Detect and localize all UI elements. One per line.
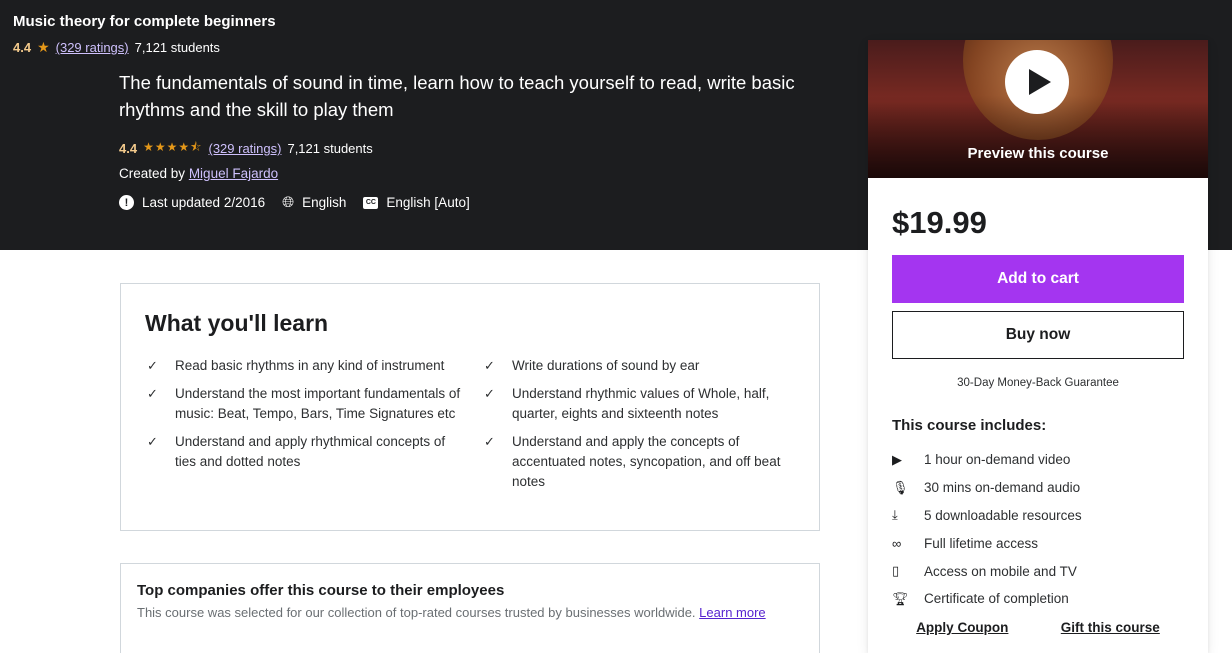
includes-item-text: 30 mins on-demand audio xyxy=(924,480,1081,496)
rating-value: 4.4 xyxy=(119,141,138,156)
course-captions: CC English [Auto] xyxy=(363,195,470,210)
language-text: English xyxy=(302,195,347,210)
apply-coupon-button[interactable]: Apply Coupon xyxy=(916,620,1008,635)
globe-icon: 🌐︎ xyxy=(282,194,295,211)
star-icon: ★ xyxy=(37,39,50,55)
learn-more-link[interactable]: Learn more xyxy=(699,605,765,620)
learn-item-text: Understand rhythmic values of Whole, hal… xyxy=(512,386,770,421)
student-count: 7,121 students xyxy=(134,40,220,55)
sticky-rating-row: 4.4 ★ (329 ratings) 7,121 students xyxy=(13,39,220,56)
course-includes-title: This course includes: xyxy=(892,417,1047,434)
play-icon[interactable] xyxy=(1005,50,1069,114)
business-promo-description: This course was selected for our collect… xyxy=(137,605,696,620)
includes-item: ⤓ 5 downloadable resources xyxy=(892,502,1192,530)
instructor-link[interactable]: Miguel Fajardo xyxy=(189,166,278,181)
business-promo-text: This course was selected for our collect… xyxy=(137,603,787,623)
last-updated: ! Last updated 2/2016 xyxy=(119,195,265,210)
created-by: Created by Miguel Fajardo xyxy=(119,166,278,181)
check-icon: ✓ xyxy=(484,386,495,401)
course-preview[interactable]: Preview this course xyxy=(868,40,1208,178)
sidebar-footer-links: Apply Coupon Gift this course xyxy=(868,620,1208,635)
trophy-icon: 🏆︎ xyxy=(892,590,909,606)
microphone-icon: 🎙︎ xyxy=(892,479,909,495)
learn-item-text: Understand the most important fundamenta… xyxy=(175,386,461,421)
includes-item: ▶︎ 1 hour on-demand video xyxy=(892,446,1192,474)
download-icon: ⤓ xyxy=(892,507,898,523)
closed-captions-icon: CC xyxy=(363,196,379,209)
mobile-icon: ▯ xyxy=(892,563,900,579)
star-rating-icon: ★★★★⯪ xyxy=(143,140,203,154)
learn-item: ✓ Write durations of sound by ear xyxy=(482,356,800,376)
learn-item-text: Write durations of sound by ear xyxy=(512,358,700,373)
includes-item-text: 1 hour on-demand video xyxy=(924,452,1071,468)
course-includes-list: ▶︎ 1 hour on-demand video 🎙︎ 30 mins on-… xyxy=(892,446,1192,613)
learn-item-text: Understand and apply rhythmical concepts… xyxy=(175,434,446,469)
video-icon: ▶︎ xyxy=(892,451,902,467)
course-subtitle: The fundamentals of sound in time, learn… xyxy=(119,72,795,120)
created-by-label: Created by xyxy=(119,166,186,181)
gift-course-button[interactable]: Gift this course xyxy=(1061,620,1160,635)
learn-item: ✓ Read basic rhythms in any kind of inst… xyxy=(145,356,463,376)
includes-item: 🏆︎ Certificate of completion xyxy=(892,585,1192,613)
money-back-guarantee: 30-Day Money-Back Guarantee xyxy=(957,377,1119,389)
what-youll-learn-title: What you'll learn xyxy=(145,310,329,336)
what-youll-learn-box: What you'll learn ✓ Read basic rhythms i… xyxy=(120,283,820,531)
rating-row: 4.4 ★★★★⯪ (329 ratings) 7,121 students xyxy=(119,138,373,159)
check-icon: ✓ xyxy=(484,358,495,373)
check-icon: ✓ xyxy=(147,434,158,449)
check-icon: ✓ xyxy=(147,358,158,373)
ratings-link[interactable]: (329 ratings) xyxy=(56,40,129,55)
learn-item: ✓ Understand rhythmic values of Whole, h… xyxy=(482,384,800,424)
business-promo-title: Top companies offer this course to their… xyxy=(137,582,505,599)
ratings-link[interactable]: (329 ratings) xyxy=(208,141,281,156)
learn-item: ✓ Understand and apply rhythmical concep… xyxy=(145,432,463,472)
includes-item: ∞ Full lifetime access xyxy=(892,529,1192,557)
course-language: 🌐︎ English xyxy=(282,194,346,211)
includes-item: 🎙︎ 30 mins on-demand audio xyxy=(892,474,1192,502)
includes-item-text: 5 downloadable resources xyxy=(924,507,1082,523)
preview-label: Preview this course xyxy=(967,145,1109,162)
student-count: 7,121 students xyxy=(287,141,373,156)
learn-item: ✓ Understand and apply the concepts of a… xyxy=(482,432,800,492)
includes-item-text: Access on mobile and TV xyxy=(924,563,1077,579)
business-promo-box: Top companies offer this course to their… xyxy=(120,563,820,653)
add-to-cart-button[interactable]: Add to cart xyxy=(892,255,1184,303)
includes-item-text: Certificate of completion xyxy=(924,591,1069,607)
alert-badge-icon: ! xyxy=(119,195,134,210)
last-updated-text: Last updated 2/2016 xyxy=(142,195,266,210)
learn-item: ✓ Understand the most important fundamen… xyxy=(145,384,463,424)
course-meta-row: ! Last updated 2/2016 🌐︎ English CC Engl… xyxy=(119,194,487,211)
infinity-icon: ∞ xyxy=(892,535,902,551)
learn-item-text: Understand and apply the concepts of acc… xyxy=(512,434,781,489)
course-price: $19.99 xyxy=(892,205,987,240)
captions-text: English [Auto] xyxy=(386,195,470,210)
includes-item: ▯ Access on mobile and TV xyxy=(892,557,1192,585)
check-icon: ✓ xyxy=(484,434,495,449)
purchase-sidebar: Preview this course $19.99 Add to cart B… xyxy=(868,40,1208,653)
includes-item-text: Full lifetime access xyxy=(924,535,1039,551)
learn-item-text: Read basic rhythms in any kind of instru… xyxy=(175,358,445,373)
buy-now-button[interactable]: Buy now xyxy=(892,311,1184,359)
check-icon: ✓ xyxy=(147,386,158,401)
course-title: Music theory for complete beginners xyxy=(13,13,276,30)
learn-column-right: ✓ Write durations of sound by ear ✓ Unde… xyxy=(482,356,800,500)
rating-value: 4.4 xyxy=(13,40,32,55)
learn-column-left: ✓ Read basic rhythms in any kind of inst… xyxy=(145,356,463,480)
